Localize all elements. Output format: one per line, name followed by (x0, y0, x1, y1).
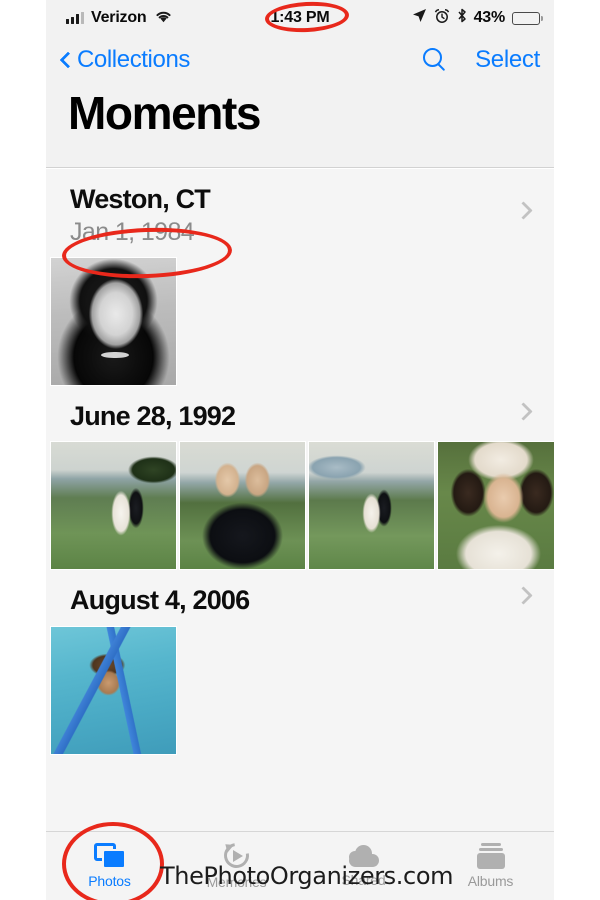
moments-list[interactable]: Weston, CT Jan 1, 1984 June 28, 1992 Aug… (46, 169, 554, 831)
alarm-clock-icon (434, 8, 450, 28)
moment-title: Weston, CT (70, 184, 211, 214)
moment-subtitle: Jan 1, 1984 (70, 217, 195, 246)
photo-grid (46, 256, 554, 386)
moment-title: August 4, 2006 (70, 585, 250, 616)
moment-section: June 28, 1992 (46, 386, 554, 571)
location-arrow-icon (412, 8, 427, 28)
tab-shared[interactable]: Shared (300, 832, 427, 900)
memories-icon (218, 838, 254, 873)
photo-portrait-bw[interactable] (50, 256, 177, 386)
moment-section: Weston, CT Jan 1, 1984 (46, 169, 554, 386)
photos-icon (93, 843, 126, 869)
photo-couple-kissing-lawn[interactable] (308, 441, 435, 571)
tab-bar: Photos Memories Shared Albums (46, 831, 554, 900)
photo-grid (46, 626, 554, 756)
search-icon[interactable] (423, 48, 447, 72)
photo-bride-closeup[interactable] (437, 441, 554, 571)
iphone-photos-screen: Verizon 1:43 PM 43% Collections Select M… (0, 0, 600, 900)
moment-header[interactable]: Weston, CT Jan 1, 1984 (46, 169, 554, 257)
status-bar-right: 43% (412, 8, 543, 28)
tab-photos-label: Photos (88, 873, 131, 889)
back-button-label: Collections (77, 46, 190, 73)
shared-cloud-icon (347, 844, 381, 868)
status-bar: Verizon 1:43 PM 43% (46, 0, 554, 36)
clock-label: 1:43 PM (270, 9, 330, 26)
battery-percent-label: 43% (473, 9, 506, 26)
chevron-left-icon (59, 51, 77, 69)
battery-icon (512, 11, 543, 25)
navigation-bar: Collections Select Moments (46, 36, 554, 168)
tab-shared-label: Shared (341, 872, 386, 888)
photo-wedding-couple-lawn[interactable] (50, 441, 177, 571)
photo-child-in-pool[interactable] (50, 626, 177, 756)
tab-albums[interactable]: Albums (427, 832, 554, 900)
nav-bar-actions: Select (423, 46, 540, 74)
moment-header[interactable]: June 28, 1992 (46, 386, 554, 442)
moment-header[interactable]: August 4, 2006 (46, 570, 554, 626)
moment-section: August 4, 2006 (46, 570, 554, 756)
back-button[interactable]: Collections (59, 46, 190, 74)
tab-photos[interactable]: Photos (46, 832, 173, 900)
photo-two-men-tuxedos[interactable] (179, 441, 306, 571)
bluetooth-icon (457, 8, 467, 28)
tab-albums-label: Albums (467, 873, 514, 889)
tab-memories[interactable]: Memories (173, 832, 300, 900)
albums-icon (476, 843, 506, 869)
nav-bar-row: Collections Select (46, 36, 554, 84)
select-button[interactable]: Select (475, 46, 540, 74)
page-title: Moments (68, 87, 262, 139)
moment-title: June 28, 1992 (70, 400, 236, 431)
photo-grid (46, 441, 554, 571)
tab-memories-label: Memories (206, 874, 267, 890)
